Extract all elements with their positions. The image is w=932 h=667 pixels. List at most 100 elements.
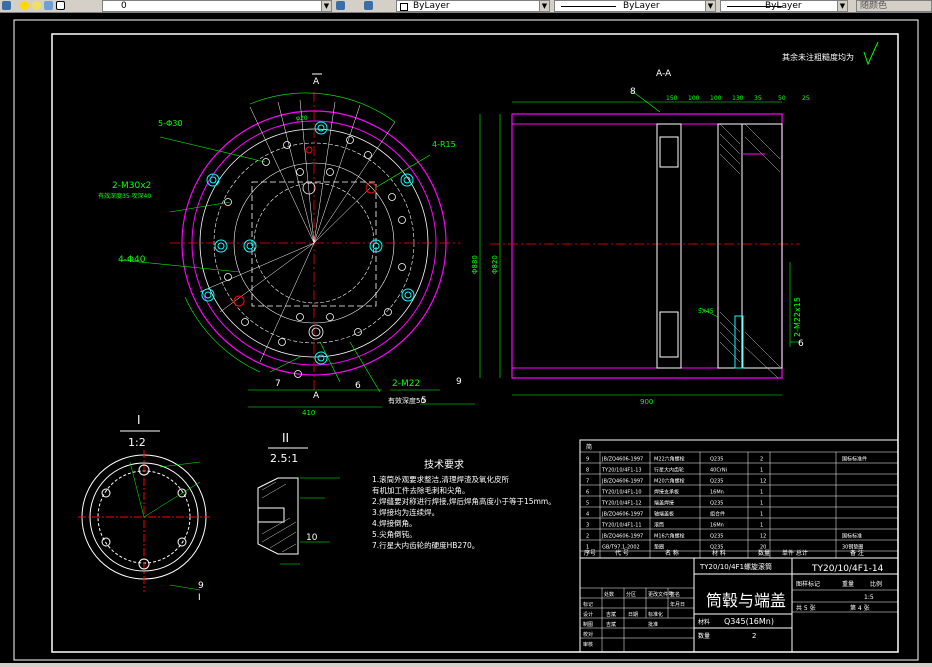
color-label: ByLayer [413, 1, 450, 11]
layer-previous-icon[interactable] [364, 1, 373, 10]
dim-top: φ20 [296, 115, 308, 122]
bom-cell: TY20/10/4F1-11 [601, 523, 642, 529]
bom-cell: 垫圈 [654, 544, 664, 551]
bom-cell: JB/ZQ4606-1997 [601, 457, 643, 463]
chevron-down-icon[interactable]: ▼ [837, 1, 847, 11]
detail-1-label-9: 9 [198, 581, 204, 591]
linetype-label: ByLayer [623, 1, 660, 11]
tech-req-line: 1.滚筒外观要求整洁,清理焊渣及氧化皮所 [372, 474, 510, 484]
title-row-date: 日期 [628, 612, 638, 618]
bom-cell: Q235 [710, 534, 723, 540]
plotstyle-select[interactable]: 随颜色 [856, 0, 932, 12]
title-sign-label: 签名 [670, 591, 680, 598]
dim-chamfer: 5X45 [698, 308, 714, 315]
bom-cell: 12 [760, 534, 766, 540]
title-stage-label: 图样标记 [796, 580, 820, 588]
section-top-dims: 150 100 100 130 35 50 25 [666, 95, 810, 102]
layer-select[interactable]: 0 ▼ [102, 0, 332, 12]
bom-cell: JB/ZQ4606-1997 [601, 479, 643, 485]
title-row-label: 审核 [583, 641, 593, 648]
bom-table: 简 序号 代 号 名 称 材 料 数量 单件 总计 备 注 9 JB/ZQ4606… [579, 439, 899, 559]
title-row-label: 设计 [583, 611, 593, 618]
bom-cell: 1 [760, 468, 763, 474]
section-top-dim: 50 [778, 95, 786, 102]
section-marker-top: A [313, 77, 320, 87]
bom-cell: 20 [760, 545, 766, 551]
section-top-dim: 130 [732, 95, 744, 102]
bom-cell: Q235 [710, 545, 723, 551]
bom-cell: 4 [586, 512, 589, 518]
bom-cell: 3 [586, 523, 589, 529]
bom-cell: 2 [586, 534, 589, 540]
lineweight-select[interactable]: ByLayer ▼ [720, 0, 848, 12]
sun-icon[interactable] [32, 1, 41, 10]
bom-cell: JB/ZQ4606-1997 [601, 534, 643, 540]
label-depth: 有效深度50 [388, 396, 425, 405]
bom-cell: 12 [760, 479, 766, 485]
bom-cell: 1 [760, 512, 763, 518]
drawing-canvas[interactable]: 其余未注粗糙度均为 A 5-Φ30 4-R15 2-M30x2 有效深度35 攻… [0, 12, 932, 663]
lightbulb-icon[interactable] [20, 1, 29, 10]
title-part-label: 分区 [626, 591, 636, 598]
section-top-dim: 35 [754, 95, 762, 102]
color-square-icon[interactable] [56, 1, 65, 10]
chevron-down-icon[interactable]: ▼ [539, 1, 549, 11]
label-6: 6 [355, 381, 361, 391]
lineweight-label: ByLayer [765, 1, 802, 11]
label-8: 8 [630, 87, 636, 97]
section-top-dim: 150 [666, 95, 678, 102]
title-block: TY20/10/4F1螺旋滚筒 TY20/10/4F1-14 筒毂与端盖 材料 … [579, 557, 899, 653]
lock-icon[interactable] [44, 1, 53, 10]
linetype-select[interactable]: ByLayer ▼ [554, 0, 716, 12]
plotstyle-label: 随颜色 [860, 1, 888, 11]
title-sheet-of: 第 4 张 [850, 604, 870, 612]
tech-req-line: 5.尖角倒钝。 [372, 529, 417, 539]
title-subtitle: TY20/10/4F1螺旋滚筒 [699, 562, 772, 571]
title-weight-label: 重量 [842, 580, 854, 588]
layer-states-icon[interactable] [336, 1, 345, 10]
layers-icon[interactable] [2, 1, 11, 10]
bom-cell: 国标标准 [842, 533, 862, 540]
detail-1-label-I: I [198, 593, 201, 603]
main-view: A 5-Φ30 4-R15 2-M30x2 有效深度35 攻深40 4-Φ40 … [98, 73, 475, 417]
tech-req-line: 2.焊缝要对称进行焊接,焊后焊角高度小于等于15mm。 [372, 496, 556, 506]
dim-dia: Φ820 [491, 255, 499, 274]
bom-cell: 30钢垫圈 [842, 544, 863, 551]
section-view: A-A 8 900 2-M22x15 6 5X45 Φ820 Φ880 150 … [471, 69, 810, 406]
label-r15: 4-R15 [432, 140, 456, 149]
detail-1: I 1:2 9 I [78, 413, 210, 603]
bom-cell: 1 [760, 501, 763, 507]
detail-1-scale: 1:2 [128, 436, 146, 449]
bom-cell: 16Mn [710, 490, 724, 496]
label-5: 5 [421, 396, 427, 406]
detail-1-roman: I [137, 413, 141, 427]
label-holes: 5-Φ30 [158, 119, 182, 128]
bom-cell: 6 [586, 490, 589, 496]
bom-cell: 8 [586, 468, 589, 474]
title-qty-label: 数量 [698, 632, 710, 640]
title-scale: 1:5 [864, 594, 874, 601]
bom-cell: TY20/10/4F1-12 [601, 501, 642, 507]
title-qty: 2 [752, 632, 756, 640]
bom-cell: 9 [586, 457, 589, 463]
title-std-label: 标准化 [648, 611, 663, 618]
detail-2: II 2.5:1 10 [257, 431, 340, 565]
bom-cell: 国标标准件 [842, 456, 867, 463]
tech-requirements: 技术要求 1.滚筒外观要求整洁,清理焊渣及氧化皮所 有机加工件去除毛刺和尖角。 … [372, 458, 556, 550]
bom-cell: 2 [760, 457, 763, 463]
chevron-down-icon[interactable]: ▼ [705, 1, 715, 11]
title-drawing-no: TY20/10/4F1-14 [811, 564, 884, 574]
bom-cell: GB/T97.1-2002 [602, 545, 640, 551]
color-select[interactable]: ByLayer ▼ [396, 0, 550, 12]
title-row-name: 吉斌 [606, 611, 616, 618]
bom-cell: 1 [760, 490, 763, 496]
bom-cell: M16六角螺栓 [654, 533, 685, 540]
bom-header-weight: 单件 总计 [782, 549, 808, 557]
bom-cell: 16Mn [710, 523, 724, 529]
bom-cell: Q235 [710, 457, 723, 463]
bom-cell: M20六角螺栓 [654, 478, 685, 485]
chevron-down-icon[interactable]: ▼ [321, 1, 331, 11]
label-7: 7 [275, 379, 281, 389]
bom-cell: 40CrNi [710, 468, 727, 474]
tech-req-title: 技术要求 [424, 458, 464, 471]
